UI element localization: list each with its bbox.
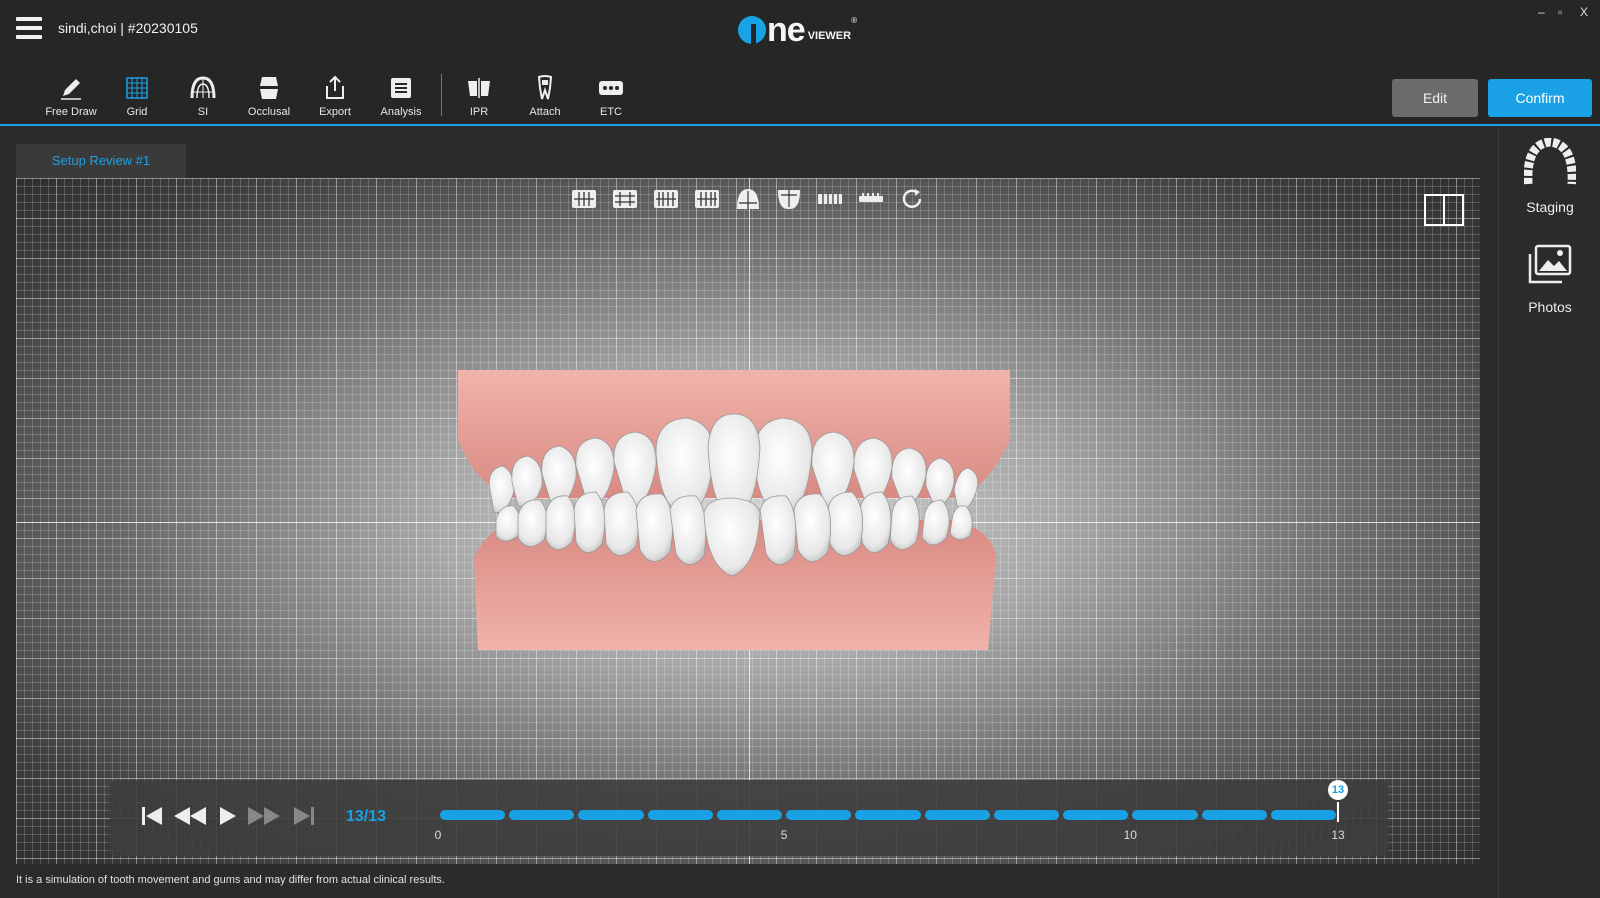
split-view-button[interactable] [1424,194,1464,226]
step-back-icon[interactable] [172,804,208,828]
upper-front-view-icon [613,190,637,208]
stage-segment[interactable] [1201,810,1267,820]
timeline-tick-label: 13 [1331,828,1345,842]
tooth-stack-icon [260,77,278,99]
timeline-tick-label: 5 [780,828,788,842]
stage-segment[interactable] [1132,810,1198,820]
analysis-icon [391,78,411,98]
menu-icon[interactable] [16,17,42,41]
tool-occlusal[interactable]: Occlusal [238,74,300,118]
arch-icon [190,76,216,99]
right-view-icon [695,190,719,208]
reset-view-button[interactable] [894,184,930,214]
edit-button[interactable]: Edit [1392,79,1478,117]
stage-segment[interactable] [1063,810,1129,820]
left-view-icon [654,190,678,208]
stage-segment[interactable] [786,810,852,820]
stage-segment[interactable] [440,810,506,820]
view-maxillary-button[interactable] [730,184,766,214]
app-logo: ne VIEWER ® [738,10,857,49]
view-right-button[interactable] [689,184,725,214]
upper-teeth-icon [818,194,842,204]
tool-attach[interactable]: Attach [514,74,576,118]
main-toolbar: Free Draw Grid SI Occlusal Export Analys… [0,60,1600,126]
ipr-icon [468,78,490,98]
front-view-icon [572,190,596,208]
logo-registered: ® [851,16,858,25]
disclaimer-text: It is a simulation of tooth movement and… [16,874,445,886]
stage-segment[interactable] [924,810,990,820]
play-icon[interactable] [218,804,238,828]
close-button[interactable]: X [1580,5,1588,19]
tool-ipr[interactable]: IPR [448,74,510,118]
skip-first-icon[interactable] [140,804,164,828]
attach-tooth-icon [537,75,553,100]
logo-mark-icon [738,16,766,44]
refresh-icon [902,189,922,208]
photos-icon [1528,244,1572,284]
stage-segment[interactable] [993,810,1060,820]
timeline-thumb-line [1337,802,1339,822]
restore-button[interactable]: ▫ [1558,5,1562,19]
tool-analysis[interactable]: Analysis [370,74,432,118]
stage-segment[interactable] [855,810,921,820]
grid-icon [126,77,148,99]
tool-si[interactable]: SI [172,74,234,118]
lower-teeth-icon [859,193,883,202]
stage-segment[interactable] [578,810,644,820]
view-upper-button[interactable] [812,184,848,214]
stage-segment[interactable] [647,810,713,820]
stage-player: 13/13 0 5 10 13 13 [110,780,1388,856]
stage-timeline[interactable]: 0 5 10 13 13 [434,780,1378,850]
stage-counter: 13/13 [346,808,387,825]
view-upper-front-button[interactable] [607,184,643,214]
view-toolbar [566,184,930,214]
tool-grid[interactable]: Grid [106,74,168,118]
view-left-button[interactable] [648,184,684,214]
tab-setup-review[interactable]: Setup Review #1 [16,144,186,178]
more-icon [599,81,623,95]
tool-etc[interactable]: ETC [580,74,642,118]
patient-info: sindi,choi | #20230105 [58,20,198,36]
staging-button[interactable]: Staging [1499,137,1600,215]
stage-segment[interactable] [509,810,575,820]
stage-segment[interactable] [1270,810,1336,820]
maxillary-arch-icon [737,189,759,209]
logo-subtext: VIEWER [807,30,852,42]
model-viewport[interactable]: 13/13 0 5 10 13 13 [16,178,1480,864]
title-bar: sindi,choi | #20230105 ne VIEWER ® – ▫ X [0,0,1600,60]
timeline-tick-label: 10 [1123,828,1137,842]
dental-arch-icon [1523,137,1577,185]
mandibular-arch-icon [778,190,800,210]
tool-export[interactable]: Export [304,74,366,118]
logo-text: ne [767,11,806,49]
view-front-button[interactable] [566,184,602,214]
view-lower-button[interactable] [853,184,889,214]
skip-last-icon[interactable] [292,804,316,828]
teeth-model [458,370,1010,650]
tool-free-draw[interactable]: Free Draw [40,74,102,118]
view-mandibular-button[interactable] [771,184,807,214]
export-icon [326,75,344,99]
stage-segment[interactable] [716,810,783,820]
photos-button[interactable]: Photos [1499,242,1600,315]
toolbar-divider [441,74,442,116]
minimize-button[interactable]: – [1538,5,1545,19]
timeline-thumb[interactable]: 13 [1328,780,1348,800]
timeline-tick-label: 0 [434,828,442,842]
step-forward-icon[interactable] [246,804,282,828]
pencil-icon [61,79,81,100]
confirm-button[interactable]: Confirm [1488,79,1592,117]
side-panel: Staging Photos [1498,128,1600,898]
